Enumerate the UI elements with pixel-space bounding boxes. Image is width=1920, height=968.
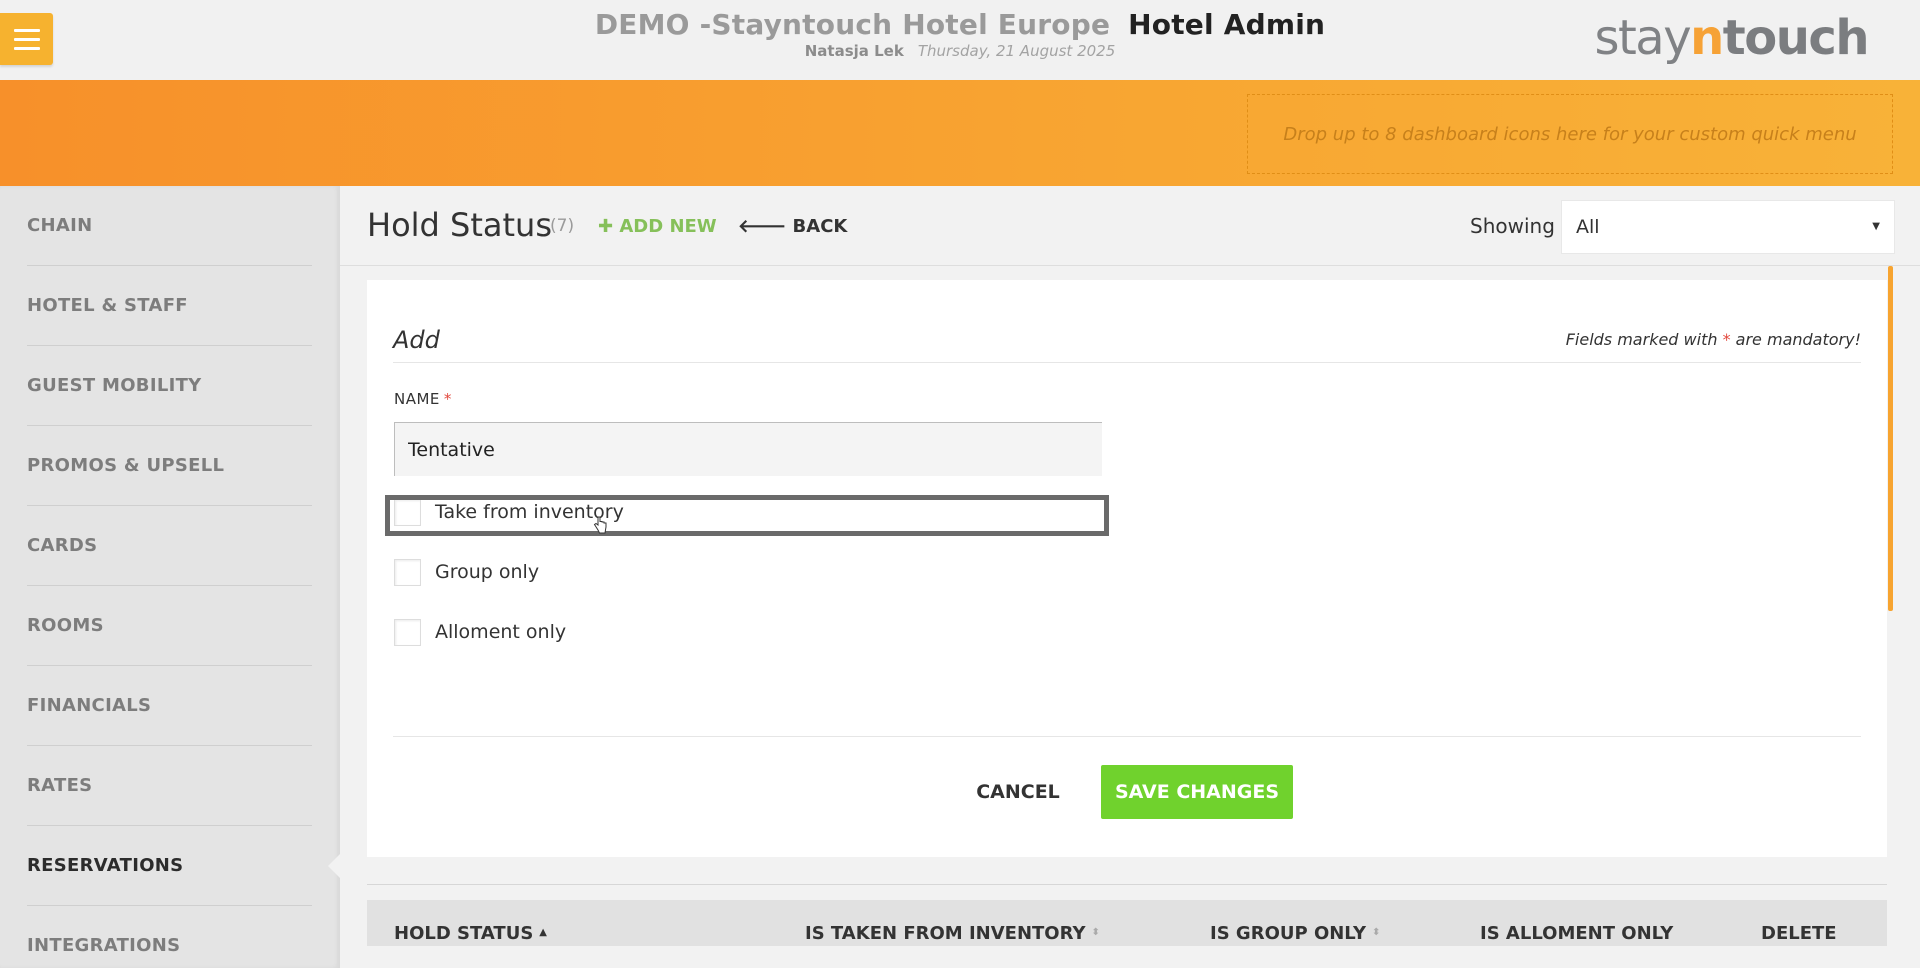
sidebar-item-rooms[interactable]: ROOMS [27,586,312,666]
page-title: Hold Status [367,206,552,244]
logo-part-n: n [1690,10,1724,66]
column-label: IS GROUP ONLY [1210,923,1367,944]
checkbox-label: Take from inventory [435,501,624,523]
back-label: BACK [792,216,848,237]
page-header: Hold Status (7) ✚ ADD NEW 🡐 BACK Showing… [340,186,1920,266]
divider [367,884,1887,885]
mandatory-note: Fields marked with * are mandatory! [1566,330,1861,349]
hold-status-table-header: HOLD STATUS ▲ IS TAKEN FROM INVENTORY ⬍ IS… [367,900,1887,946]
form-title: Add [393,326,440,354]
stayntouch-logo: stayntouch [1594,10,1870,66]
item-count: (7) [550,216,575,236]
divider [393,736,1861,737]
add-hold-status-form: Add Fields marked with * are mandatory! … [367,280,1887,857]
top-header: DEMO -Stayntouch Hotel Europe Hotel Admin… [0,0,1920,80]
add-new-label: ADD NEW [619,216,717,237]
sidebar-item-financials[interactable]: FINANCIALS [27,666,312,746]
logo-part-touch: touch [1722,10,1870,66]
sidebar-item-chain[interactable]: CHAIN [27,186,312,266]
alloment-only-checkbox[interactable]: Alloment only [394,617,566,647]
arrow-left-icon: 🡐 [738,216,793,237]
column-hold-status[interactable]: HOLD STATUS ▲ [394,923,547,944]
name-label-text: NAME [394,390,440,408]
cancel-button[interactable]: CANCEL [975,765,1061,819]
take-from-inventory-checkbox[interactable]: Take from inventory [394,497,624,527]
column-delete: DELETE [1761,923,1837,944]
sidebar-item-reservations[interactable]: RESERVATIONS [27,826,312,906]
mandatory-note-text: Fields marked with [1565,330,1718,349]
caret-down-icon: ▼ [1872,221,1880,232]
column-label: IS TAKEN FROM INVENTORY [805,923,1086,944]
sidebar-item-integrations[interactable]: INTEGRATIONS [27,906,312,968]
add-new-button[interactable]: ✚ ADD NEW [598,216,717,237]
active-item-pointer [328,854,340,878]
quick-menu-drop-zone[interactable]: Drop up to 8 dashboard icons here for yo… [1247,94,1893,174]
sidebar-item-rates[interactable]: RATES [27,746,312,826]
divider [393,362,1861,363]
required-star: * [1722,330,1731,349]
checkbox-label: Alloment only [435,621,567,643]
admin-sidebar: CHAIN HOTEL & STAFF GUEST MOBILITY PROMO… [0,186,340,968]
mandatory-note-text-end: are mandatory! [1735,330,1861,349]
sidebar-item-guest-mobility[interactable]: GUEST MOBILITY [27,346,312,426]
property-name: DEMO -Stayntouch Hotel Europe [594,8,1111,41]
showing-label: Showing [1470,214,1555,238]
column-is-group-only[interactable]: IS GROUP ONLY ⬍ [1210,923,1380,944]
showing-filter-value: All [1576,216,1600,238]
user-name: Natasja Lek [804,42,904,60]
quick-menu-band: Drop up to 8 dashboard icons here for yo… [0,80,1920,186]
app-name: Hotel Admin [1128,8,1326,41]
sort-both-icon: ⬍ [1372,927,1381,938]
column-label: HOLD STATUS [394,923,534,944]
business-date: Thursday, 21 August 2025 [917,42,1116,60]
back-button[interactable]: 🡐 BACK [738,216,847,237]
checkbox-box[interactable] [394,558,421,586]
group-only-checkbox[interactable]: Group only [394,557,539,587]
checkbox-label: Group only [435,561,540,583]
showing-filter-select[interactable]: All ▼ [1561,200,1895,254]
sidebar-item-cards[interactable]: CARDS [27,506,312,586]
name-input[interactable] [394,422,1102,476]
plus-icon: ✚ [598,216,620,237]
save-changes-button[interactable]: SAVE CHANGES [1101,765,1293,819]
sort-both-icon: ⬍ [1091,927,1100,938]
name-field-label: NAME * [394,390,452,408]
checkbox-box[interactable] [394,618,421,646]
sidebar-item-promos-upsell[interactable]: PROMOS & UPSELL [27,426,312,506]
column-is-taken-from-inventory[interactable]: IS TAKEN FROM INVENTORY ⬍ [805,923,1100,944]
logo-part-stay: stay [1594,10,1691,66]
sidebar-item-hotel-staff[interactable]: HOTEL & STAFF [27,266,312,346]
required-star: * [443,390,452,408]
content-scrollbar[interactable] [1888,266,1893,611]
checkbox-box[interactable] [394,498,421,526]
column-is-alloment-only[interactable]: IS ALLOMENT ONLY [1480,923,1673,944]
sort-asc-icon: ▲ [539,927,547,938]
